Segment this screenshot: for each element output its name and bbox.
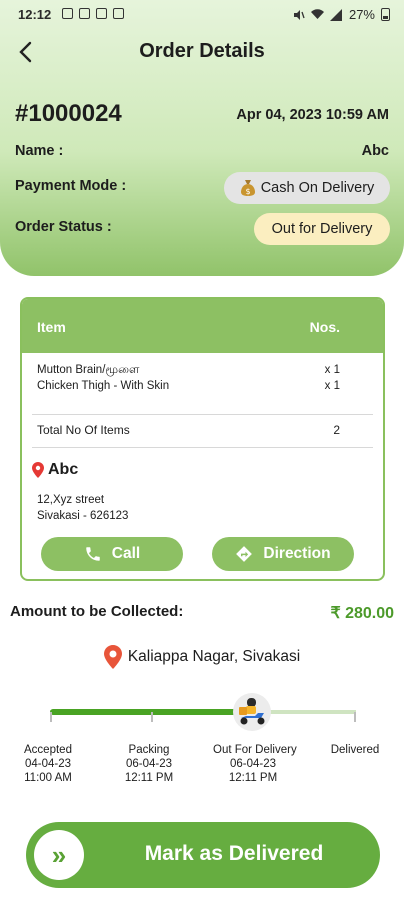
svg-text:$: $ (245, 187, 250, 196)
stage-time: 12:11 PM (124, 772, 174, 784)
status-time: 12:12 (18, 7, 52, 22)
direction-label: Direction (263, 545, 331, 562)
total-items-label: Total No Of Items (37, 423, 130, 437)
item-qty: x 1 (324, 380, 340, 392)
wifi-icon (310, 9, 324, 19)
battery-level: 27% (348, 7, 375, 22)
double-chevron-right-icon: » (51, 839, 67, 870)
progress-tick (151, 712, 153, 722)
name-label: Name : (15, 143, 64, 159)
order-id: #1000024 (15, 100, 122, 127)
order-items-card: Item Nos. Mutton Brain/மூளை x 1 Chicken … (20, 297, 385, 581)
divider (32, 447, 373, 448)
progress-stage-accepted: Accepted 04-04-23 11:00 AM (8, 743, 88, 785)
call-button[interactable]: Call (41, 537, 183, 571)
stage-time: 11:00 AM (24, 772, 72, 784)
progress-tick (354, 712, 356, 722)
progress-tick (50, 712, 52, 722)
system-icons: 27% (293, 7, 390, 22)
stage-time: 12:11 PM (228, 772, 278, 784)
stage-date: 06-04-23 (229, 758, 277, 770)
direction-icon (236, 546, 253, 562)
mute-icon (293, 9, 305, 20)
notification-icons (62, 8, 124, 19)
money-bag-icon: $ (240, 180, 255, 196)
signal-icon (329, 8, 342, 21)
notification-icon (79, 8, 90, 19)
order-date: Apr 04, 2023 10:59 AM (236, 107, 389, 123)
call-label: Call (111, 545, 141, 562)
mark-as-delivered-label: Mark as Delivered (144, 842, 324, 865)
payment-mode-label: Payment Mode : (15, 178, 127, 194)
progress-stage-delivered: Delivered (315, 743, 395, 757)
nos-column-header: Nos. (309, 319, 340, 335)
status-bar: 12:12 27% (0, 0, 404, 30)
payment-mode-value: Cash On Delivery (260, 180, 375, 196)
address-line-2: Sivakasi - 626123 (37, 510, 129, 522)
customer-name: Abc (361, 143, 389, 159)
customer-name-row: Abc (32, 461, 78, 479)
item-name: Chicken Thigh - With Skin (37, 380, 170, 392)
notification-icon (96, 8, 107, 19)
address-line-1: 12,Xyz street (37, 494, 105, 506)
notification-icon (62, 8, 73, 19)
divider (32, 414, 373, 415)
slide-handle[interactable]: » (34, 830, 84, 880)
stage-date: 04-04-23 (24, 758, 72, 770)
amount-value: ₹ 280.00 (330, 605, 394, 622)
delivery-scooter-icon (233, 693, 271, 731)
progress-stage-packing: Packing 06-04-23 12:11 PM (109, 743, 189, 785)
page-title: Order Details (139, 40, 265, 62)
location-pin-icon (32, 462, 44, 478)
customer-name-label: Abc (48, 461, 79, 478)
map-pin-icon (103, 645, 122, 669)
stage-name: Packing (128, 744, 170, 756)
item-qty: x 1 (324, 364, 340, 376)
stage-name: Delivered (330, 744, 380, 756)
notification-icon (113, 8, 124, 19)
item-column-header: Item (37, 319, 66, 335)
order-status-label: Order Status : (15, 219, 112, 235)
progress-stage-out-for-delivery: Out For Delivery 06-04-23 12:11 PM (213, 743, 297, 785)
phone-icon (86, 547, 100, 561)
stage-date: 06-04-23 (125, 758, 173, 770)
order-status-badge: Out for Delivery (254, 213, 390, 245)
battery-icon (381, 8, 390, 21)
delivery-location: Kaliappa Nagar, Sivakasi (0, 645, 404, 669)
payment-mode-badge: $ Cash On Delivery (224, 172, 390, 204)
item-name: Mutton Brain/மூளை (37, 364, 140, 376)
items-table-header: Item Nos. (22, 299, 383, 353)
mark-as-delivered-slider[interactable]: » Mark as Delivered (26, 822, 380, 888)
stage-name: Accepted (24, 744, 72, 756)
stage-name: Out For Delivery (213, 744, 297, 756)
amount-label: Amount to be Collected: (10, 603, 184, 620)
total-items-value: 2 (333, 423, 340, 437)
location-text: Kaliappa Nagar, Sivakasi (127, 648, 301, 665)
direction-button[interactable]: Direction (212, 537, 354, 571)
order-header-panel: 12:12 27% Order Details #1000024 Apr 04,… (0, 0, 404, 276)
